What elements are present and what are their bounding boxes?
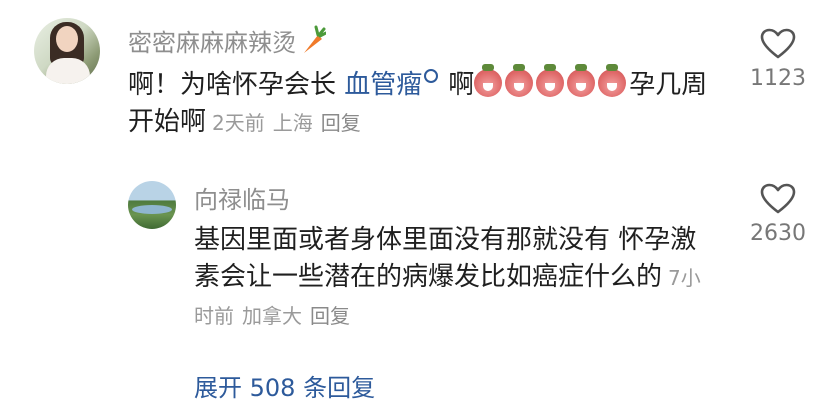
comment-time: 2天前: [212, 111, 265, 135]
expand-replies-button[interactable]: 展开 508 条回复: [194, 368, 375, 403]
avatar-lake: [132, 205, 172, 214]
crying-emoji-icon: [536, 64, 565, 97]
reply-avatar[interactable]: [128, 181, 176, 229]
avatar-face: [56, 26, 78, 52]
reply-body[interactable]: 基因里面或者身体里面没有那就没有 怀孕激素会让一些潜在的病爆发比如癌症什么的 7小…: [194, 222, 712, 335]
comment-body[interactable]: 啊！为啥怀孕会长 血管瘤啊孕几周开始啊 2天前 上海 回复: [128, 64, 728, 142]
comment-like-button[interactable]: 1123: [738, 28, 818, 91]
commenter-avatar[interactable]: [34, 18, 100, 84]
search-icon[interactable]: [424, 69, 439, 83]
comment-keyword-link[interactable]: 血管瘤: [344, 70, 422, 100]
avatar-shirt: [46, 58, 90, 84]
commenter-username-text[interactable]: 密密麻麻麻辣烫: [128, 29, 296, 57]
crying-emoji-icon: [474, 64, 503, 97]
crying-emoji-icon: [598, 64, 627, 97]
comment-reply-button[interactable]: 回复: [321, 111, 361, 135]
reply-like-count: 2630: [750, 221, 806, 246]
reply-reply-button[interactable]: 回复: [310, 304, 350, 328]
crying-emoji-icon: [505, 64, 534, 97]
crying-emoji-icon: [567, 64, 596, 97]
comment-text-mid: 啊: [448, 70, 475, 100]
reply-like-button[interactable]: 2630: [738, 183, 818, 246]
commenter-username[interactable]: 密密麻麻麻辣烫: [128, 23, 326, 58]
reply-username[interactable]: 向禄临马: [194, 180, 290, 215]
heart-icon[interactable]: [760, 183, 796, 215]
comment-text-before: 啊！为啥怀孕会长: [128, 70, 345, 100]
reply-text: 基因里面或者身体里面没有那就没有 怀孕激素会让一些潜在的病爆发比如癌症什么的: [194, 225, 697, 292]
comment-meta: 2天前 上海 回复: [212, 111, 369, 135]
heart-icon[interactable]: [760, 28, 796, 60]
reply-location: 加拿大: [242, 304, 302, 328]
comment-like-count: 1123: [750, 66, 806, 91]
carrot-icon: [304, 25, 326, 53]
comment-location: 上海: [272, 111, 313, 135]
